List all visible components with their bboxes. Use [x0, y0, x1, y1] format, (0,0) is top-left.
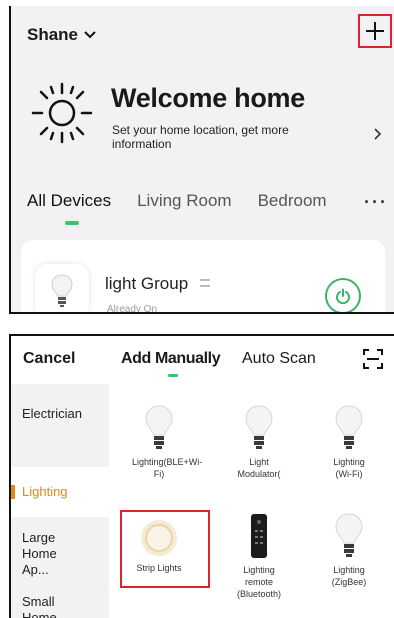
tab-auto-scan[interactable]: Auto Scan: [242, 350, 316, 368]
device-type-lighting-remote-bluetooth[interactable]: Lighting remote (Bluetooth): [216, 512, 302, 600]
sun-icon: [31, 82, 93, 144]
home-selector[interactable]: Shane: [27, 20, 96, 50]
device-name: light Group: [105, 274, 189, 293]
power-icon: [336, 288, 350, 304]
plus-icon: [366, 22, 384, 40]
device-type-label: Lighting(BLE+Wi-Fi): [132, 457, 203, 479]
tab-all-devices[interactable]: All Devices: [27, 191, 112, 225]
device-type-label: Lighting (Wi-Fi): [333, 457, 365, 479]
active-category-indicator: [11, 485, 15, 499]
device-type-lighting-wifi[interactable]: Lighting (Wi-Fi): [306, 404, 392, 480]
group-icon: [200, 279, 210, 287]
remote-icon: [251, 514, 267, 558]
device-type-label: Lighting (ZigBee): [331, 565, 367, 587]
device-thumbnail: [35, 264, 89, 312]
category-electrician[interactable]: Electrician: [11, 406, 109, 421]
chevron-right-icon[interactable]: [374, 128, 382, 140]
category-large-home-appliances[interactable]: Large Home Ap...: [11, 530, 81, 578]
category-small-home-appliances[interactable]: Small Home Ap...: [11, 594, 81, 618]
add-device-header: Cancel Add Manually Auto Scan: [11, 336, 394, 384]
active-tab-indicator: [168, 374, 178, 377]
room-tabs: All Devices Living Room Bedroom: [27, 184, 353, 225]
bulb-icon: [51, 274, 73, 307]
device-type-light-modulator[interactable]: Light Modulator(: [216, 404, 302, 480]
category-sidebar: Electrician Lighting Large Home Ap... Sm…: [11, 384, 109, 618]
tab-bedroom[interactable]: Bedroom: [258, 191, 327, 211]
power-toggle[interactable]: [325, 278, 361, 312]
home-screen: Shane Welcome home Set your home locatio…: [9, 6, 394, 314]
bulb-icon: [145, 405, 173, 449]
category-lighting[interactable]: Lighting: [11, 467, 109, 517]
device-status: Already On: [107, 304, 158, 314]
tab-add-manually-label: Add Manually: [121, 350, 221, 367]
more-dots-icon[interactable]: ···: [364, 192, 388, 213]
welcome-subtitle[interactable]: Set your home location, get more informa…: [112, 123, 332, 151]
tab-add-manually[interactable]: Add Manually: [121, 350, 221, 377]
device-type-lighting-ble-wifi[interactable]: Lighting(BLE+Wi-Fi): [116, 404, 202, 480]
device-card[interactable]: light Group Already On: [21, 240, 385, 314]
cancel-button[interactable]: Cancel: [23, 350, 75, 368]
add-device-button[interactable]: [358, 14, 392, 48]
tab-all-devices-label: All Devices: [27, 191, 112, 210]
home-name: Shane: [27, 25, 79, 44]
bulb-icon: [245, 405, 273, 449]
scan-icon[interactable]: [363, 349, 383, 369]
strip-light-icon: [141, 520, 177, 556]
device-type-lighting-zigbee[interactable]: Lighting (ZigBee): [306, 512, 392, 588]
bulb-icon: [335, 513, 363, 557]
category-lighting-label: Lighting: [22, 484, 68, 499]
device-type-label: Lighting remote (Bluetooth): [236, 565, 282, 599]
add-device-screen: Cancel Add Manually Auto Scan Electricia…: [9, 334, 394, 618]
tab-living-room[interactable]: Living Room: [137, 191, 232, 211]
bulb-icon: [335, 405, 363, 449]
device-type-strip-lights[interactable]: Strip Lights: [116, 512, 202, 574]
chevron-down-icon: [84, 31, 96, 39]
device-type-label: Light Modulator(: [237, 457, 281, 479]
device-type-label: Strip Lights: [136, 563, 182, 573]
active-tab-indicator: [65, 221, 79, 225]
welcome-title: Welcome home: [111, 83, 305, 113]
